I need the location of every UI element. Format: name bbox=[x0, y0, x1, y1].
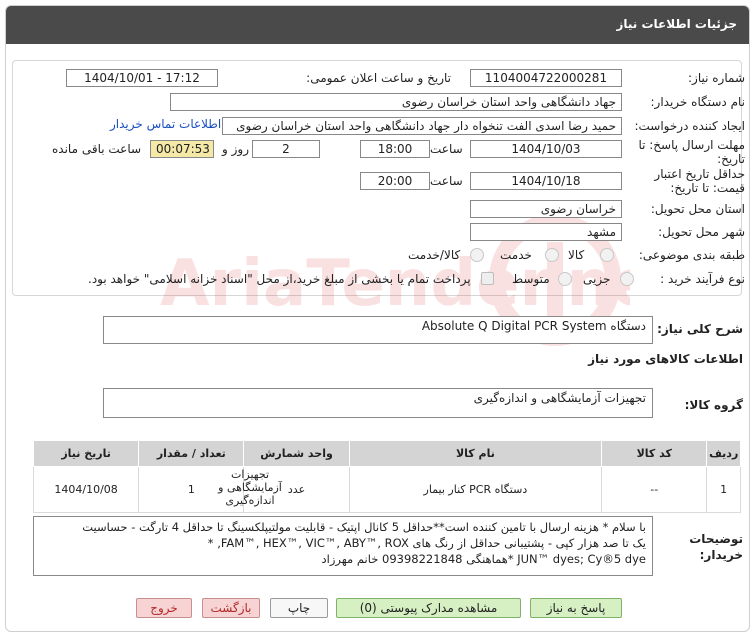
cell-goods-name: دستگاه PCR کنار بیمار bbox=[348, 466, 603, 513]
buyer-notes-label-2: خریدار: bbox=[699, 548, 743, 562]
validity-time-field: 20:00 bbox=[360, 172, 430, 190]
summary-textarea: دستگاه Absolute Q Digital PCR System bbox=[103, 316, 653, 344]
days-remaining-field: 2 bbox=[252, 140, 320, 158]
remaining-time-field: 00:07:53 bbox=[150, 140, 214, 158]
row-goods-group: تجهیزات آزمایشگاهی و اندازه‌گیری bbox=[210, 468, 290, 507]
treasury-payment-note: پرداخت تمام یا بخشی از مبلغ خرید،از محل … bbox=[88, 272, 471, 286]
items-table: ردیف کد کالا نام کالا واحد شمارش تعداد /… bbox=[32, 440, 741, 513]
validity-label-1: حداقل تاریخ اعتبار bbox=[654, 167, 745, 181]
buyer-notes-line-2: یک تا صد هزار کپی - پشتیبانی حداقل از رن… bbox=[207, 536, 646, 550]
summary-text: دستگاه Absolute Q Digital PCR System bbox=[421, 319, 646, 333]
reply-button[interactable]: پاسخ به نیاز bbox=[530, 598, 622, 618]
process-label: نوع فرآیند خرید : bbox=[660, 272, 745, 286]
remaining-time-label: ساعت باقی مانده bbox=[52, 142, 142, 156]
days-label: روز و bbox=[222, 142, 249, 156]
announce-field: 1404/10/01 - 17:12 bbox=[66, 69, 218, 87]
col-header-goods-code: کد کالا bbox=[601, 440, 708, 467]
announce-label: تاریخ و ساعت اعلان عمومی: bbox=[306, 71, 451, 85]
cell-row-number: 1 bbox=[706, 466, 741, 513]
treasury-payment-checkbox[interactable] bbox=[481, 272, 494, 285]
province-field: خراسان رضوی bbox=[470, 200, 622, 218]
need-number-field: 1104004722000281 bbox=[470, 69, 622, 87]
buyer-notes-line-1: با سلام * هزینه ارسال با تامین کننده است… bbox=[82, 520, 646, 534]
goods-info-title: اطلاعات کالاهای مورد نیاز bbox=[588, 352, 743, 366]
category-radio-goods[interactable] bbox=[600, 248, 614, 262]
validity-time-label: ساعت bbox=[430, 174, 463, 188]
cell-goods-code: -- bbox=[601, 466, 708, 513]
panel-header: جزئیات اطلاعات نیاز bbox=[6, 6, 749, 44]
city-field: مشهد bbox=[470, 223, 622, 241]
buyer-label: نام دستگاه خریدار: bbox=[650, 95, 746, 109]
col-header-need-date: تاریخ نیاز bbox=[32, 440, 140, 467]
col-header-row-number: ردیف bbox=[706, 440, 741, 467]
buyer-field: جهاد دانشگاهی واحد استان خراسان رضوی bbox=[170, 93, 622, 111]
cell-need-date: 1404/10/08 bbox=[32, 466, 140, 513]
deadline-time-field: 18:00 bbox=[360, 140, 430, 158]
city-label: شهر محل تحویل: bbox=[658, 225, 745, 239]
row-goods-group-line-2: آزمایشگاهی و bbox=[218, 481, 282, 494]
col-header-unit: واحد شمارش bbox=[243, 440, 350, 467]
exit-button[interactable]: خروج bbox=[136, 598, 192, 618]
category-radio-service[interactable] bbox=[545, 248, 559, 262]
row-goods-group-line-1: تجهیزات bbox=[230, 468, 270, 481]
row-goods-group-line-3: اندازه‌گیری bbox=[225, 494, 275, 507]
province-label: استان محل تحویل: bbox=[650, 202, 745, 216]
category-option-goods: کالا bbox=[568, 248, 585, 262]
goods-group-label: گروه کالا: bbox=[684, 398, 743, 412]
category-option-both: کالا/خدمت bbox=[408, 248, 461, 262]
goods-group-text: تجهیزات آزمایشگاهی و اندازه‌گیری bbox=[473, 391, 646, 405]
back-button[interactable]: بازگشت bbox=[202, 598, 260, 618]
deadline-time-label: ساعت bbox=[430, 142, 463, 156]
process-option-minor: جزیی bbox=[583, 272, 611, 286]
creator-label: ایجاد کننده درخواست: bbox=[634, 119, 745, 133]
deadline-date-field: 1404/10/03 bbox=[470, 140, 622, 158]
validity-date-field: 1404/10/18 bbox=[470, 172, 622, 190]
process-option-medium: متوسط bbox=[512, 272, 550, 286]
process-radio-medium[interactable] bbox=[558, 272, 572, 286]
panel-title: جزئیات اطلاعات نیاز bbox=[616, 17, 737, 31]
category-radio-both[interactable] bbox=[470, 248, 484, 262]
deadline-label-2: تاریخ: bbox=[717, 152, 745, 166]
items-table-header: ردیف کد کالا نام کالا واحد شمارش تعداد /… bbox=[32, 440, 741, 467]
buyer-notes-line-3: JUN™ dyes; Cy®5 dye *هماهنگی 09398221848… bbox=[321, 552, 646, 566]
contact-info-link[interactable]: اطلاعات تماس خریدار bbox=[110, 117, 221, 131]
category-option-service: خدمت bbox=[500, 248, 532, 262]
buyer-notes-label-1: توضیحات bbox=[689, 532, 743, 546]
goods-group-textarea: تجهیزات آزمایشگاهی و اندازه‌گیری bbox=[103, 388, 653, 418]
print-button[interactable]: چاپ bbox=[270, 598, 328, 618]
summary-label: شرح کلی نیاز: bbox=[657, 322, 743, 336]
attachments-button[interactable]: مشاهده مدارک پیوستی (0) bbox=[336, 598, 521, 618]
deadline-label-1: مهلت ارسال پاسخ: تا bbox=[638, 138, 745, 152]
creator-field: حمید رضا اسدی الفت تنخواه دار جهاد دانشگ… bbox=[222, 117, 622, 135]
need-number-label: شماره نیاز: bbox=[688, 71, 745, 85]
col-header-quantity: تعداد / مقدار bbox=[138, 440, 245, 467]
table-row: 1 -- دستگاه PCR کنار بیمار عدد 1 1404/10… bbox=[32, 466, 741, 513]
category-label: طبقه بندی موضوعی: bbox=[638, 248, 745, 262]
process-radio-minor[interactable] bbox=[620, 272, 634, 286]
validity-label-2: قیمت: تا تاریخ: bbox=[670, 181, 745, 195]
buyer-notes-textarea: با سلام * هزینه ارسال با تامین کننده است… bbox=[33, 516, 653, 576]
col-header-goods-name: نام کالا bbox=[348, 440, 603, 467]
